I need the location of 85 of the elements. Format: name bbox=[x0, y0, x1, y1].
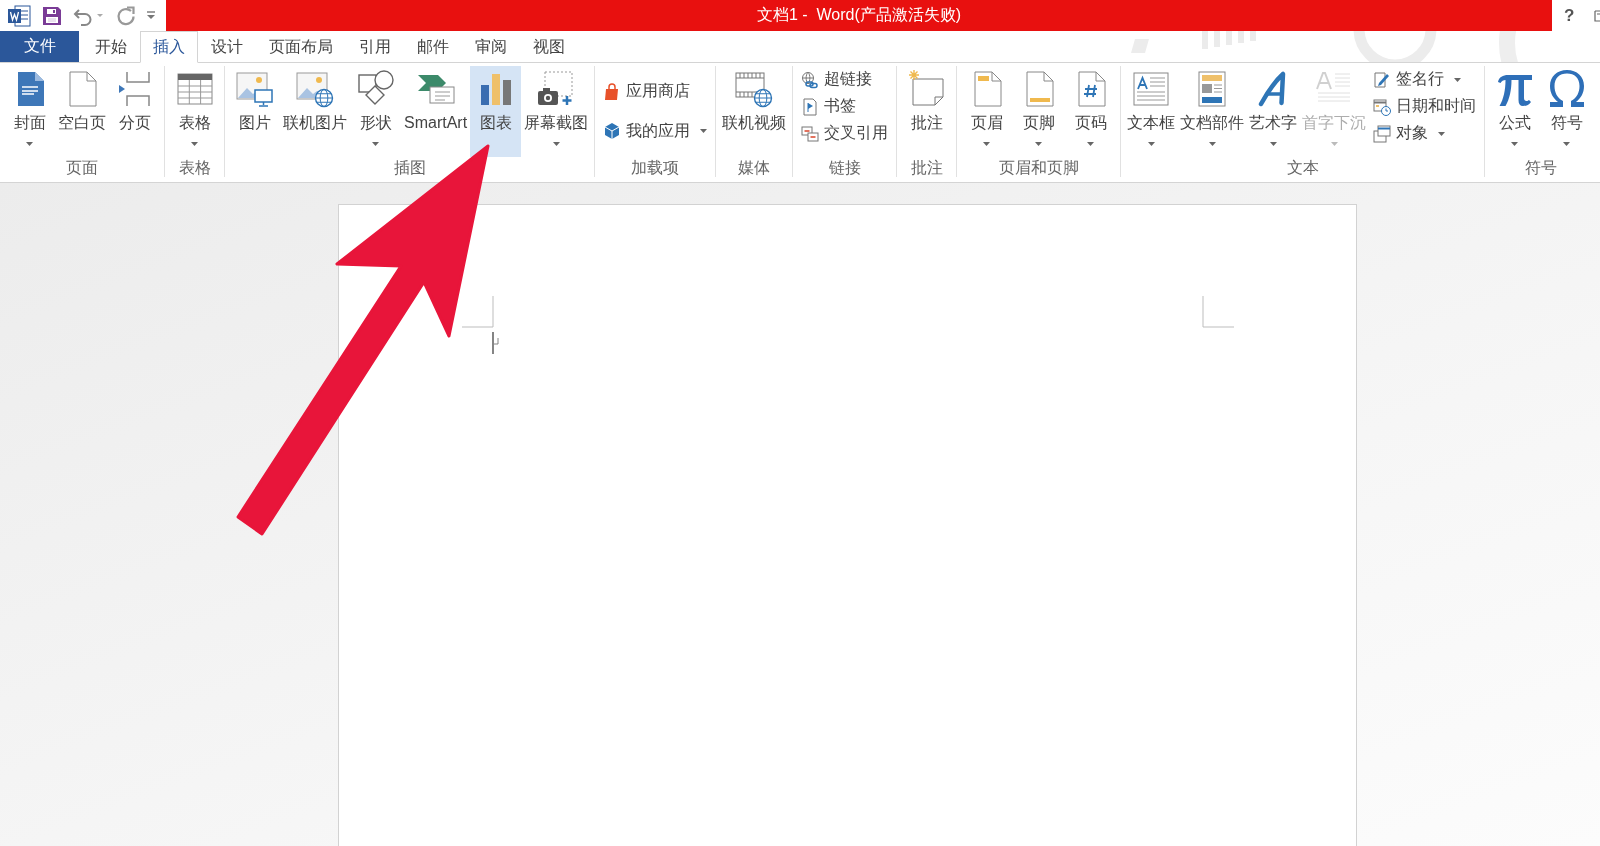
word-logo-icon[interactable] bbox=[8, 4, 31, 27]
ribbon-button[interactable]: 日期和时间 bbox=[1369, 93, 1481, 120]
caret-icon bbox=[1454, 77, 1462, 82]
caret-icon bbox=[1208, 141, 1216, 146]
window-title: 文档1 - Word(产品激活失败) bbox=[756, 5, 962, 25]
ribbon-button[interactable]: 对象 bbox=[1369, 120, 1481, 147]
ribbon-button[interactable]: 分页 bbox=[109, 66, 160, 157]
ribbon-button[interactable]: 签名行 bbox=[1369, 66, 1481, 93]
ribbon-button[interactable]: 屏幕截图 bbox=[522, 66, 591, 157]
ribbon-tab[interactable]: 审阅 bbox=[462, 31, 520, 63]
ribbon-button[interactable]: SmartArt bbox=[402, 66, 470, 157]
group-label: 页面 bbox=[66, 158, 98, 178]
ribbon-button[interactable]: 页脚 bbox=[1013, 66, 1065, 157]
signature-line-icon bbox=[1373, 70, 1392, 89]
ribbon-button[interactable]: 符号 bbox=[1541, 66, 1593, 157]
group-label: 批注 bbox=[910, 158, 943, 178]
ribbon-button[interactable]: 联机视频 bbox=[720, 66, 789, 157]
redo-icon[interactable] bbox=[116, 5, 136, 26]
ribbon-button[interactable]: 公式 bbox=[1489, 66, 1541, 157]
calendar-clock-icon bbox=[1373, 97, 1392, 116]
ribbon-button[interactable]: 我的应用 bbox=[599, 117, 712, 145]
caret-icon bbox=[983, 141, 991, 146]
ribbon-tab[interactable]: 引用 bbox=[346, 31, 404, 63]
caret-icon bbox=[1269, 141, 1277, 146]
ribbon-button[interactable]: 超链接 bbox=[797, 66, 893, 93]
caret-icon bbox=[26, 141, 33, 146]
ribbon-button[interactable]: 文档部件 bbox=[1178, 66, 1247, 157]
ribbon-button[interactable]: 交叉引用 bbox=[797, 120, 893, 147]
ribbon-button[interactable]: 应用商店 bbox=[599, 78, 712, 106]
group-label: 媒体 bbox=[738, 158, 771, 178]
ribbon-button[interactable]: 艺术字 bbox=[1247, 66, 1300, 157]
caret-icon bbox=[1035, 141, 1043, 146]
group-label: 符号 bbox=[1524, 158, 1557, 178]
hyperlink-icon bbox=[801, 70, 820, 89]
caret-icon bbox=[1147, 141, 1155, 146]
group-label: 文本 bbox=[1286, 158, 1319, 178]
comment-icon bbox=[906, 69, 947, 109]
caret-icon bbox=[1438, 131, 1446, 136]
ribbon-tab[interactable]: 设计 bbox=[198, 31, 256, 63]
ribbon-tab[interactable]: 插入 bbox=[140, 31, 198, 63]
margin-corner-mark bbox=[1202, 296, 1234, 328]
caret-icon bbox=[1511, 141, 1519, 146]
ribbon-button[interactable]: 页码 bbox=[1065, 66, 1117, 157]
ribbon-button[interactable]: 页眉 bbox=[961, 66, 1013, 157]
caret-icon bbox=[552, 141, 560, 146]
object-icon bbox=[1373, 124, 1392, 143]
group-label: 链接 bbox=[828, 158, 861, 178]
ribbon-button[interactable]: 图片 bbox=[229, 66, 280, 157]
cross-reference-icon bbox=[801, 124, 820, 143]
ribbon-tab[interactable]: 开始 bbox=[82, 31, 140, 63]
caret-icon bbox=[191, 141, 198, 146]
caret-icon bbox=[1563, 141, 1571, 146]
ribbon-button[interactable]: 表格 bbox=[169, 66, 220, 157]
ribbon-button[interactable]: 图表 bbox=[470, 66, 522, 157]
caret-icon bbox=[1330, 141, 1338, 146]
text-cursor bbox=[492, 332, 500, 354]
caret-icon bbox=[1087, 141, 1095, 146]
file-tab[interactable]: 文件 bbox=[0, 31, 79, 62]
ribbon-tab[interactable]: 页面布局 bbox=[256, 31, 346, 63]
group-label: 页眉和页脚 bbox=[998, 158, 1079, 178]
group-label: 表格 bbox=[178, 158, 211, 178]
ribbon-button[interactable]: 形状 bbox=[350, 66, 401, 157]
help-button[interactable]: ? bbox=[1562, 5, 1577, 26]
ribbon-button[interactable]: 书签 bbox=[797, 93, 893, 120]
ribbon-button[interactable]: 批注 bbox=[901, 66, 953, 157]
save-icon[interactable] bbox=[42, 5, 62, 26]
group-label: 插图 bbox=[393, 158, 426, 178]
customize-icon[interactable] bbox=[147, 11, 155, 20]
caret-icon bbox=[700, 129, 708, 134]
margin-corner-mark bbox=[462, 296, 494, 328]
restore-icon[interactable] bbox=[1594, 9, 1600, 22]
ribbon-button[interactable]: 联机图片 bbox=[281, 66, 349, 157]
ribbon-tab[interactable]: 邮件 bbox=[404, 31, 462, 63]
group-label: 加载项 bbox=[631, 158, 680, 178]
cube-icon bbox=[603, 122, 622, 141]
ribbon-button[interactable]: 文本框 bbox=[1125, 66, 1178, 157]
ribbon-tab[interactable]: 视图 bbox=[520, 31, 578, 63]
online-video-icon bbox=[734, 69, 775, 109]
picture-icon bbox=[234, 69, 275, 109]
bookmark-icon bbox=[801, 97, 820, 116]
online-picture-icon bbox=[295, 69, 335, 109]
ribbon-button[interactable]: 封面 bbox=[4, 66, 55, 157]
ribbon-button[interactable]: 空白页 bbox=[56, 66, 108, 157]
text-box-icon bbox=[1131, 69, 1172, 109]
caret-icon bbox=[372, 141, 379, 146]
